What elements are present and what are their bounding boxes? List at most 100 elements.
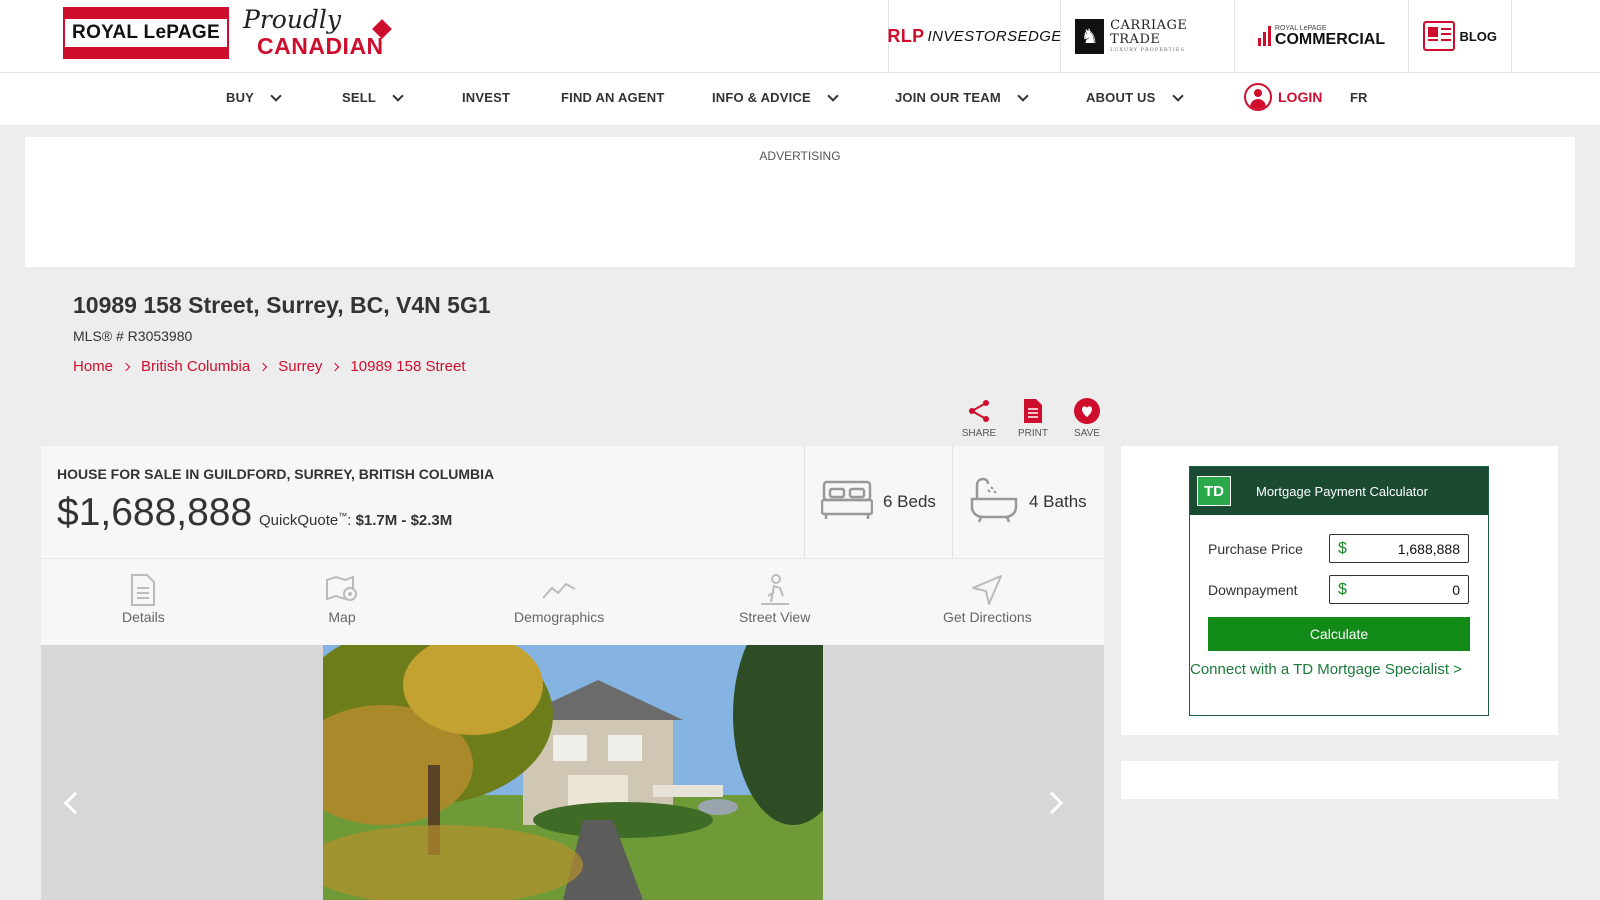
navigation-arrow-icon xyxy=(972,573,1003,607)
advertising-label: ADVERTISING xyxy=(759,149,841,163)
tab-get-directions[interactable]: Get Directions xyxy=(943,573,1032,625)
nav-join-team-label: JOIN OUR TEAM xyxy=(895,90,1001,105)
print-button[interactable]: PRINT xyxy=(1006,398,1060,439)
print-label: PRINT xyxy=(1018,428,1048,439)
connect-td-specialist-link[interactable]: Connect with a TD Mortgage Specialist > xyxy=(1190,661,1486,679)
bed-icon xyxy=(820,479,874,526)
tab-demographics[interactable]: Demographics xyxy=(514,573,604,625)
purchase-price-value: 1,688,888 xyxy=(1397,540,1460,557)
beds-count: 6 Beds xyxy=(883,492,936,511)
listing-tabs: Details Map Demographics Street View Get… xyxy=(41,559,1104,645)
listing-price: $1,688,888 xyxy=(57,491,253,534)
nav-buy[interactable]: BUY xyxy=(226,89,282,105)
downpayment-row: Downpayment $ 0 xyxy=(1208,575,1472,604)
listing-actions: SHARE PRINT SAVE xyxy=(952,398,1114,439)
chevron-down-icon xyxy=(270,89,282,102)
nav-about-us[interactable]: ABOUT US xyxy=(1086,89,1184,105)
listing-photo[interactable] xyxy=(323,645,823,900)
carriage-trade-sub: LUXURY PROPERTIES xyxy=(1110,46,1185,53)
currency-symbol: $ xyxy=(1338,580,1347,598)
advertising-banner: ADVERTISING xyxy=(25,137,1575,267)
blog-label: BLOG xyxy=(1459,28,1497,44)
partner-links: RLP INVESTORSEDGE ♞ CARRIAGE TRADE LUXUR… xyxy=(887,0,1512,72)
proudly-canadian-logo: Proudly CANADIAN xyxy=(243,5,392,59)
mls-number: MLS® # R3053980 xyxy=(73,328,193,344)
heart-icon xyxy=(1074,398,1100,424)
chevron-right-icon xyxy=(258,362,268,371)
purchase-price-row: Purchase Price $ 1,688,888 xyxy=(1208,534,1472,563)
commercial-bars-icon xyxy=(1257,26,1271,46)
tab-map[interactable]: Map xyxy=(326,573,358,625)
horse-icon: ♞ xyxy=(1075,18,1105,54)
calculate-button[interactable]: Calculate xyxy=(1208,617,1470,651)
chevron-right-icon xyxy=(121,362,131,371)
blog-link[interactable]: BLOG xyxy=(1408,0,1512,72)
beds-feature: 6 Beds xyxy=(804,446,952,558)
nav-find-agent[interactable]: FIND AN AGENT xyxy=(561,90,664,105)
investorsedge-label: INVESTORSEDGE xyxy=(927,27,1062,45)
purchase-price-input[interactable]: $ 1,688,888 xyxy=(1329,534,1469,563)
tab-details-label: Details xyxy=(122,609,165,625)
photo-gallery xyxy=(41,645,1104,900)
nav-sell-label: SELL xyxy=(342,90,377,105)
nav-join-team[interactable]: JOIN OUR TEAM xyxy=(895,89,1029,105)
commercial-label: COMMERCIAL xyxy=(1274,30,1386,48)
breadcrumb-home[interactable]: Home xyxy=(73,358,113,375)
save-label: SAVE xyxy=(1074,428,1100,439)
downpayment-input[interactable]: $ 0 xyxy=(1329,575,1469,604)
breadcrumb-province[interactable]: British Columbia xyxy=(141,358,250,375)
sidebar-calculator-card: TD Mortgage Payment Calculator Purchase … xyxy=(1121,446,1558,735)
tab-street-view-label: Street View xyxy=(739,609,811,625)
nav-about-us-label: ABOUT US xyxy=(1086,90,1156,105)
chevron-down-icon xyxy=(1017,89,1029,102)
listing-address: 10989 158 Street, Surrey, BC, V4N 5G1 xyxy=(73,292,491,318)
chevron-right-icon xyxy=(331,362,340,371)
downpayment-value: 0 xyxy=(1452,581,1460,598)
newspaper-icon xyxy=(1423,21,1456,51)
royal-lepage-logo[interactable]: ROYAL LePAGE xyxy=(63,7,229,59)
purchase-price-label: Purchase Price xyxy=(1208,540,1303,557)
tab-map-label: Map xyxy=(328,609,356,625)
brand-logos[interactable]: ROYAL LePAGE Proudly CANADIAN xyxy=(63,5,392,59)
login-label: LOGIN xyxy=(1278,89,1323,105)
user-avatar-icon xyxy=(1244,83,1272,111)
calculator-title: Mortgage Payment Calculator xyxy=(1256,483,1428,499)
currency-symbol: $ xyxy=(1338,539,1347,557)
proudly-text: Proudly xyxy=(243,5,342,34)
top-header: ROYAL LePAGE Proudly CANADIAN RLP INVEST… xyxy=(0,0,1600,73)
mortgage-calculator: TD Mortgage Payment Calculator Purchase … xyxy=(1189,466,1489,716)
investorsedge-link[interactable]: RLP INVESTORSEDGE xyxy=(887,0,1062,72)
next-photo-arrow-icon[interactable] xyxy=(1040,791,1064,815)
share-button[interactable]: SHARE xyxy=(952,398,1006,439)
nav-invest-label: INVEST xyxy=(462,90,511,105)
carriage-trade-link[interactable]: ♞ CARRIAGE TRADE LUXURY PROPERTIES xyxy=(1060,0,1234,72)
breadcrumb-current[interactable]: 10989 158 Street xyxy=(350,358,465,375)
carriage-trade-label: CARRIAGE TRADE xyxy=(1110,17,1188,48)
nav-sell[interactable]: SELL xyxy=(342,89,404,105)
nav-buy-label: BUY xyxy=(226,90,255,105)
tab-get-directions-label: Get Directions xyxy=(943,609,1032,625)
investorsedge-mark: RLP xyxy=(887,25,925,46)
language-toggle-fr[interactable]: FR xyxy=(1350,90,1367,105)
main-nav: BUY SELL INVEST FIND AN AGENT INFO & ADV… xyxy=(0,73,1600,125)
td-logo: TD xyxy=(1197,476,1231,506)
nav-invest[interactable]: INVEST xyxy=(462,90,510,105)
nav-info-advice[interactable]: INFO & ADVICE xyxy=(712,89,839,105)
calculator-header: TD Mortgage Payment Calculator xyxy=(1190,467,1488,515)
save-button[interactable]: SAVE xyxy=(1060,398,1114,439)
baths-count: 4 Baths xyxy=(1029,492,1087,511)
tab-street-view[interactable]: Street View xyxy=(739,573,810,625)
property-type: HOUSE FOR SALE IN GUILDFORD, SURREY, BRI… xyxy=(57,466,495,482)
breadcrumb: Home British Columbia Surrey 10989 158 S… xyxy=(73,358,466,375)
chevron-down-icon xyxy=(1171,89,1184,102)
listing-summary: HOUSE FOR SALE IN GUILDFORD, SURREY, BRI… xyxy=(41,446,1104,559)
previous-photo-arrow-icon[interactable] xyxy=(63,791,87,815)
quickquote[interactable]: QuickQuote™: $1.7M - $2.3M xyxy=(259,511,452,529)
breadcrumb-city[interactable]: Surrey xyxy=(278,358,322,375)
commercial-link[interactable]: ROYAL LePAGE COMMERCIAL xyxy=(1234,0,1408,72)
canadian-text: CANADIAN xyxy=(257,33,384,59)
quickquote-label: QuickQuote xyxy=(259,512,339,529)
tab-details[interactable]: Details xyxy=(122,573,165,625)
login-link[interactable]: LOGIN xyxy=(1244,83,1322,111)
document-icon xyxy=(1022,398,1044,424)
